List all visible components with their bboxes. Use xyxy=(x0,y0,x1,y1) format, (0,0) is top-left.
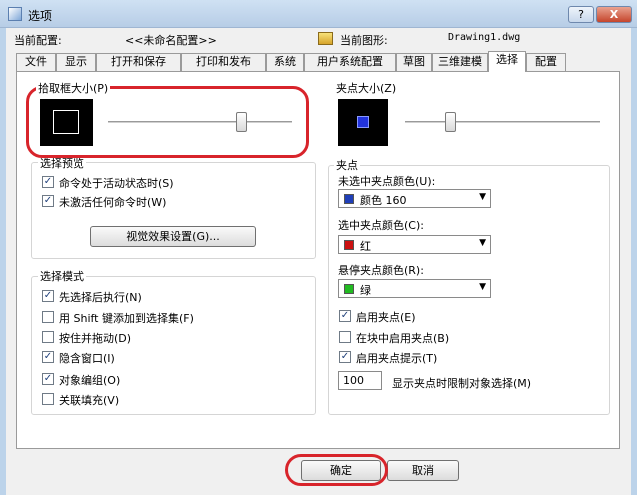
unselected-color-value: 颜色 160 xyxy=(360,194,407,207)
associative-hatch-checkbox[interactable] xyxy=(42,393,54,405)
chevron-down-icon[interactable]: ▼ xyxy=(479,238,486,248)
current-config-label: 当前配置: xyxy=(14,34,62,47)
preview-active-command-checkbox[interactable]: ✓ xyxy=(42,176,54,188)
hover-grip-color-select[interactable]: 绿 ▼ xyxy=(338,279,491,298)
tab-user-preferences[interactable]: 用户系统配置 xyxy=(304,53,396,71)
current-drawing-value: Drawing1.dwg xyxy=(448,32,521,43)
implied-window-checkbox[interactable]: ✓ xyxy=(42,351,54,363)
chevron-down-icon[interactable]: ▼ xyxy=(479,192,486,202)
selected-grip-color-select[interactable]: 红 ▼ xyxy=(338,235,491,254)
window-title: 选项 xyxy=(28,9,53,23)
tab-plot-publish[interactable]: 打印和发布 xyxy=(181,53,266,71)
press-drag-checkbox[interactable] xyxy=(42,331,54,343)
close-button[interactable]: X xyxy=(596,6,632,23)
grip-square xyxy=(357,116,369,128)
unselected-grip-color-label: 未选中夹点颜色(U): xyxy=(338,175,436,188)
grip-slider-thumb[interactable] xyxy=(445,112,457,132)
selected-grip-color-label: 选中夹点颜色(C): xyxy=(338,219,424,232)
tab-open-save[interactable]: 打开和保存 xyxy=(96,53,181,71)
object-grouping-label: 对象编组(O) xyxy=(59,374,121,387)
grip-size-title: 夹点大小(Z) xyxy=(334,80,399,96)
tab-system[interactable]: 系统 xyxy=(266,53,304,71)
unselected-color-swatch xyxy=(344,194,354,204)
preview-active-command-label: 命令处于活动状态时(S) xyxy=(59,177,174,190)
shift-add-checkbox[interactable] xyxy=(42,311,54,323)
shift-add-label: 用 Shift 键添加到选择集(F) xyxy=(59,312,194,325)
preview-no-command-checkbox[interactable]: ✓ xyxy=(42,195,54,207)
hover-color-value: 绿 xyxy=(360,284,371,297)
selection-preview-title: 选择预览 xyxy=(38,155,86,171)
grips-title: 夹点 xyxy=(334,157,360,173)
noun-verb-checkbox[interactable]: ✓ xyxy=(42,290,54,302)
enable-grips-label: 启用夹点(E) xyxy=(356,311,416,324)
current-config-value: <<未命名配置>> xyxy=(125,34,217,47)
selection-mode-title: 选择模式 xyxy=(38,268,86,284)
hover-grip-color-label: 悬停夹点颜色(R): xyxy=(338,264,424,277)
grip-limit-label: 显示夹点时限制对象选择(M) xyxy=(392,377,532,390)
selected-color-swatch xyxy=(344,240,354,250)
current-drawing-label: 当前图形: xyxy=(340,34,388,47)
tab-profiles[interactable]: 配置 xyxy=(526,53,566,71)
grip-slider-track[interactable] xyxy=(405,121,600,124)
enable-grip-tips-label: 启用夹点提示(T) xyxy=(356,352,438,365)
tab-3d-modeling[interactable]: 三维建模 xyxy=(432,53,488,71)
enable-block-grips-checkbox[interactable] xyxy=(339,331,351,343)
pickbox-size-title: 拾取框大小(P) xyxy=(36,80,111,96)
enable-grip-tips-checkbox[interactable]: ✓ xyxy=(339,351,351,363)
object-grouping-checkbox[interactable]: ✓ xyxy=(42,373,54,385)
press-drag-label: 按住并拖动(D) xyxy=(59,332,132,345)
app-icon xyxy=(8,7,22,21)
pickbox-preview xyxy=(40,99,93,146)
associative-hatch-label: 关联填充(V) xyxy=(59,394,120,407)
pickbox-slider-track[interactable] xyxy=(108,121,292,124)
drawing-icon xyxy=(318,32,333,45)
preview-no-command-label: 未激活任何命令时(W) xyxy=(59,196,167,209)
ok-button[interactable]: 确定 xyxy=(301,460,381,481)
tab-files[interactable]: 文件 xyxy=(16,53,56,71)
tab-drafting[interactable]: 草图 xyxy=(396,53,432,71)
chevron-down-icon[interactable]: ▼ xyxy=(479,282,486,292)
grip-size-preview xyxy=(338,99,388,146)
enable-block-grips-label: 在块中启用夹点(B) xyxy=(356,332,450,345)
tab-selection[interactable]: 选择 xyxy=(488,51,526,72)
pickbox-slider-thumb[interactable] xyxy=(236,112,248,132)
noun-verb-label: 先选择后执行(N) xyxy=(59,291,142,304)
grip-limit-input[interactable]: 100 xyxy=(338,371,382,390)
help-button[interactable]: ? xyxy=(568,6,594,23)
cancel-button[interactable]: 取消 xyxy=(387,460,459,481)
visual-effects-button[interactable]: 视觉效果设置(G)... xyxy=(90,226,256,247)
title-bar: 选项 ? X xyxy=(0,0,637,28)
selected-color-value: 红 xyxy=(360,240,371,253)
unselected-grip-color-select[interactable]: 颜色 160 ▼ xyxy=(338,189,491,208)
pickbox-square xyxy=(53,110,79,134)
implied-window-label: 隐含窗口(I) xyxy=(59,352,115,365)
hover-color-swatch xyxy=(344,284,354,294)
enable-grips-checkbox[interactable]: ✓ xyxy=(339,310,351,322)
tab-display[interactable]: 显示 xyxy=(56,53,96,71)
